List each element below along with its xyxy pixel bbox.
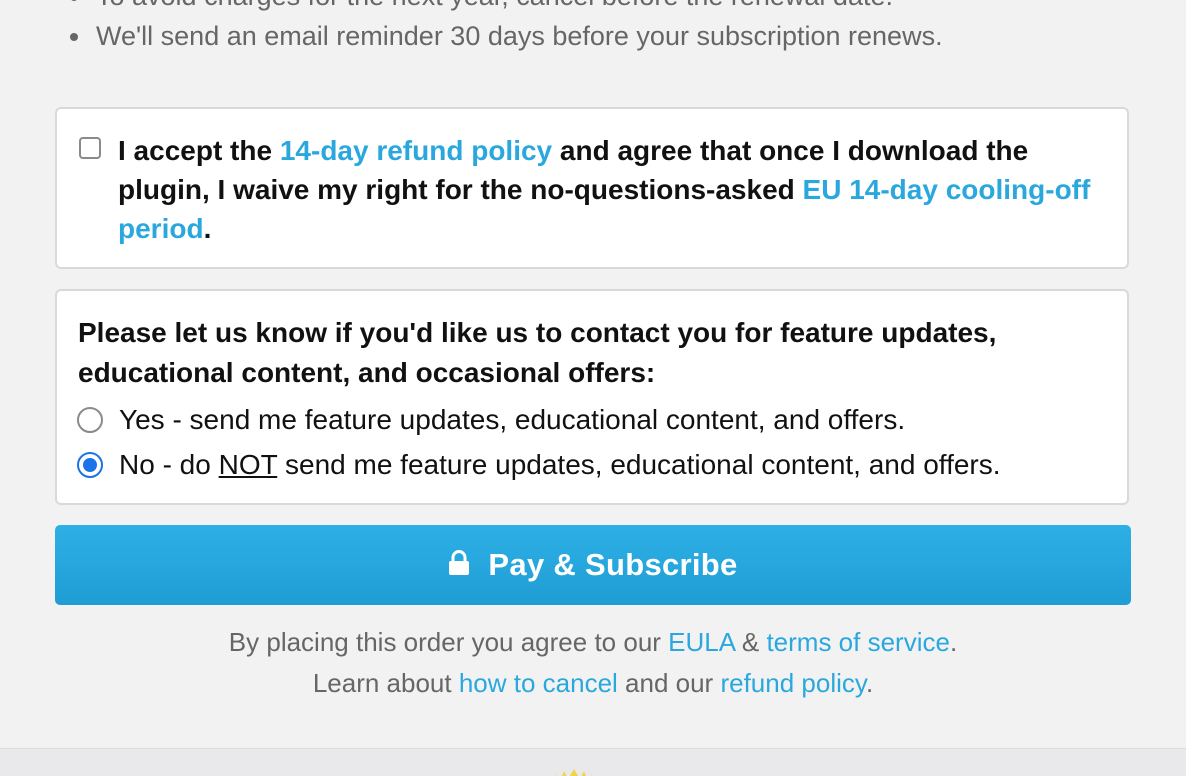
marketing-yes-radio[interactable]	[77, 407, 103, 433]
refund-policy-footer-link[interactable]: refund policy	[720, 668, 866, 698]
refund-consent-box: I accept the 14-day refund policy and ag…	[55, 107, 1129, 269]
legal-text-part: &	[734, 627, 767, 657]
refund-policy-link[interactable]: 14-day refund policy	[280, 135, 552, 166]
bullet-dot	[70, 0, 78, 1]
list-item: To avoid charges for the next year, canc…	[70, 0, 943, 16]
legal-agreement-text: By placing this order you agree to our E…	[55, 627, 1131, 658]
legal-text-part: By placing this order you agree to our	[228, 627, 669, 657]
legal-text-part: and our	[617, 668, 721, 698]
marketing-option-yes[interactable]: Yes - send me feature updates, education…	[77, 403, 905, 437]
bullet-dot	[70, 33, 78, 41]
footer-strip	[0, 748, 1186, 776]
refund-consent-checkbox[interactable]	[79, 137, 101, 159]
pay-subscribe-button[interactable]: Pay & Subscribe	[55, 525, 1131, 605]
legal-cancel-text: Learn about how to cancel and our refund…	[55, 668, 1131, 699]
eula-link[interactable]: EULA	[668, 627, 735, 657]
guarantee-seal-icon	[555, 769, 593, 776]
bullet-text: To avoid charges for the next year, canc…	[96, 0, 893, 11]
marketing-consent-box: Please let us know if you'd like us to c…	[55, 289, 1129, 505]
refund-consent-label[interactable]: I accept the 14-day refund policy and ag…	[118, 131, 1118, 248]
refund-text-part: I accept the	[118, 135, 280, 166]
no-label-emphasis: NOT	[218, 449, 278, 480]
pay-subscribe-label: Pay & Subscribe	[488, 547, 738, 582]
marketing-no-radio[interactable]	[77, 452, 103, 478]
no-label-part: No - do	[119, 449, 219, 480]
no-label-part: send me feature updates, educational con…	[277, 449, 1001, 480]
checkout-panel: To avoid charges for the next year, canc…	[0, 0, 1186, 748]
marketing-consent-heading: Please let us know if you'd like us to c…	[78, 317, 997, 388]
how-to-cancel-link[interactable]: how to cancel	[459, 668, 618, 698]
terms-of-service-link[interactable]: terms of service	[766, 627, 950, 657]
legal-text-part: .	[865, 668, 874, 698]
checkout-viewport: To avoid charges for the next year, canc…	[0, 0, 1196, 776]
scrollbar-track[interactable]	[1186, 0, 1196, 776]
lock-icon	[449, 550, 470, 575]
refund-text-part: .	[203, 213, 212, 244]
renewal-notes: To avoid charges for the next year, canc…	[70, 0, 943, 56]
marketing-option-no[interactable]: No - do NOT send me feature updates, edu…	[77, 448, 1001, 482]
marketing-yes-label[interactable]: Yes - send me feature updates, education…	[119, 404, 905, 436]
legal-text-part: .	[949, 627, 958, 657]
legal-text-part: Learn about	[312, 668, 459, 698]
list-item: We'll send an email reminder 30 days bef…	[70, 16, 943, 56]
marketing-no-label[interactable]: No - do NOT send me feature updates, edu…	[119, 449, 1001, 481]
bullet-text: We'll send an email reminder 30 days bef…	[96, 21, 943, 51]
